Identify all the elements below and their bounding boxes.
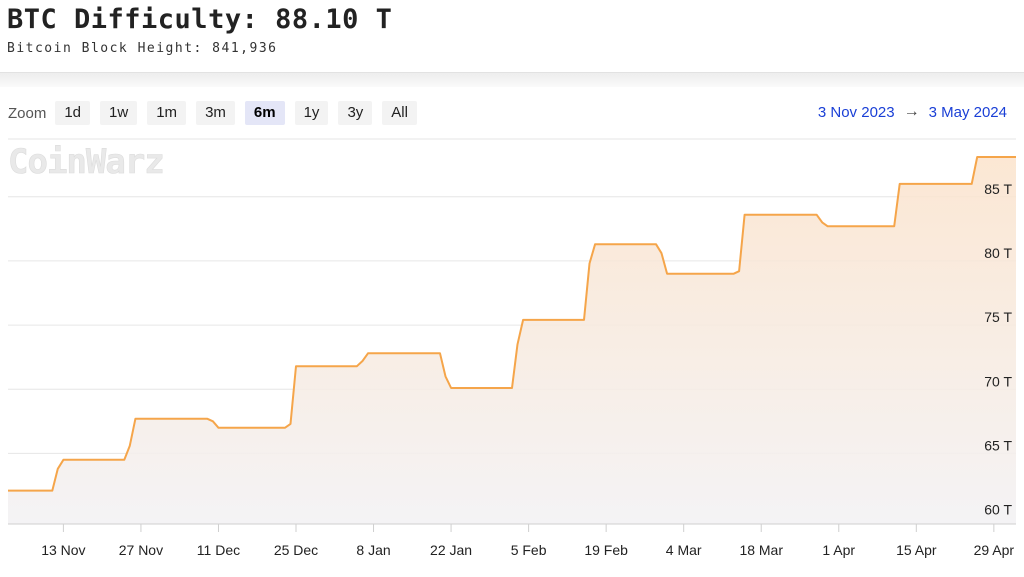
- y-tick-label: 65 T: [984, 437, 1012, 453]
- y-tick-label: 75 T: [984, 309, 1012, 325]
- y-tick-label: 60 T: [984, 502, 1012, 518]
- x-axis: 13 Nov 27 Nov 11 Dec 25 Dec 8 Jan 22 Jan 5 Feb…: [41, 524, 1014, 558]
- x-tick-label: 22 Jan: [430, 542, 472, 558]
- x-tick-label: 29 Apr: [974, 542, 1015, 558]
- x-tick-label: 25 Dec: [274, 542, 318, 558]
- x-tick-label: 5 Feb: [511, 542, 547, 558]
- y-tick-label: 85 T: [984, 181, 1012, 197]
- x-tick-label: 11 Dec: [197, 542, 240, 558]
- x-tick-label: 19 Feb: [584, 542, 628, 558]
- x-tick-label: 18 Mar: [739, 542, 783, 558]
- x-tick-label: 27 Nov: [119, 542, 163, 558]
- x-tick-label: 15 Apr: [896, 542, 937, 558]
- x-tick-label: 13 Nov: [41, 542, 85, 558]
- difficulty-chart[interactable]: CoinWarz 13 Nov 27 Nov 11 Dec 25 Dec 8 Jan 22…: [0, 0, 1024, 577]
- watermark-logo: CoinWarz: [8, 142, 164, 182]
- x-tick-label: 8 Jan: [356, 542, 390, 558]
- x-tick-label: 1 Apr: [822, 542, 855, 558]
- x-tick-label: 4 Mar: [666, 542, 702, 558]
- y-tick-label: 70 T: [984, 373, 1012, 389]
- difficulty-area: [8, 157, 1016, 524]
- y-tick-label: 80 T: [984, 245, 1012, 261]
